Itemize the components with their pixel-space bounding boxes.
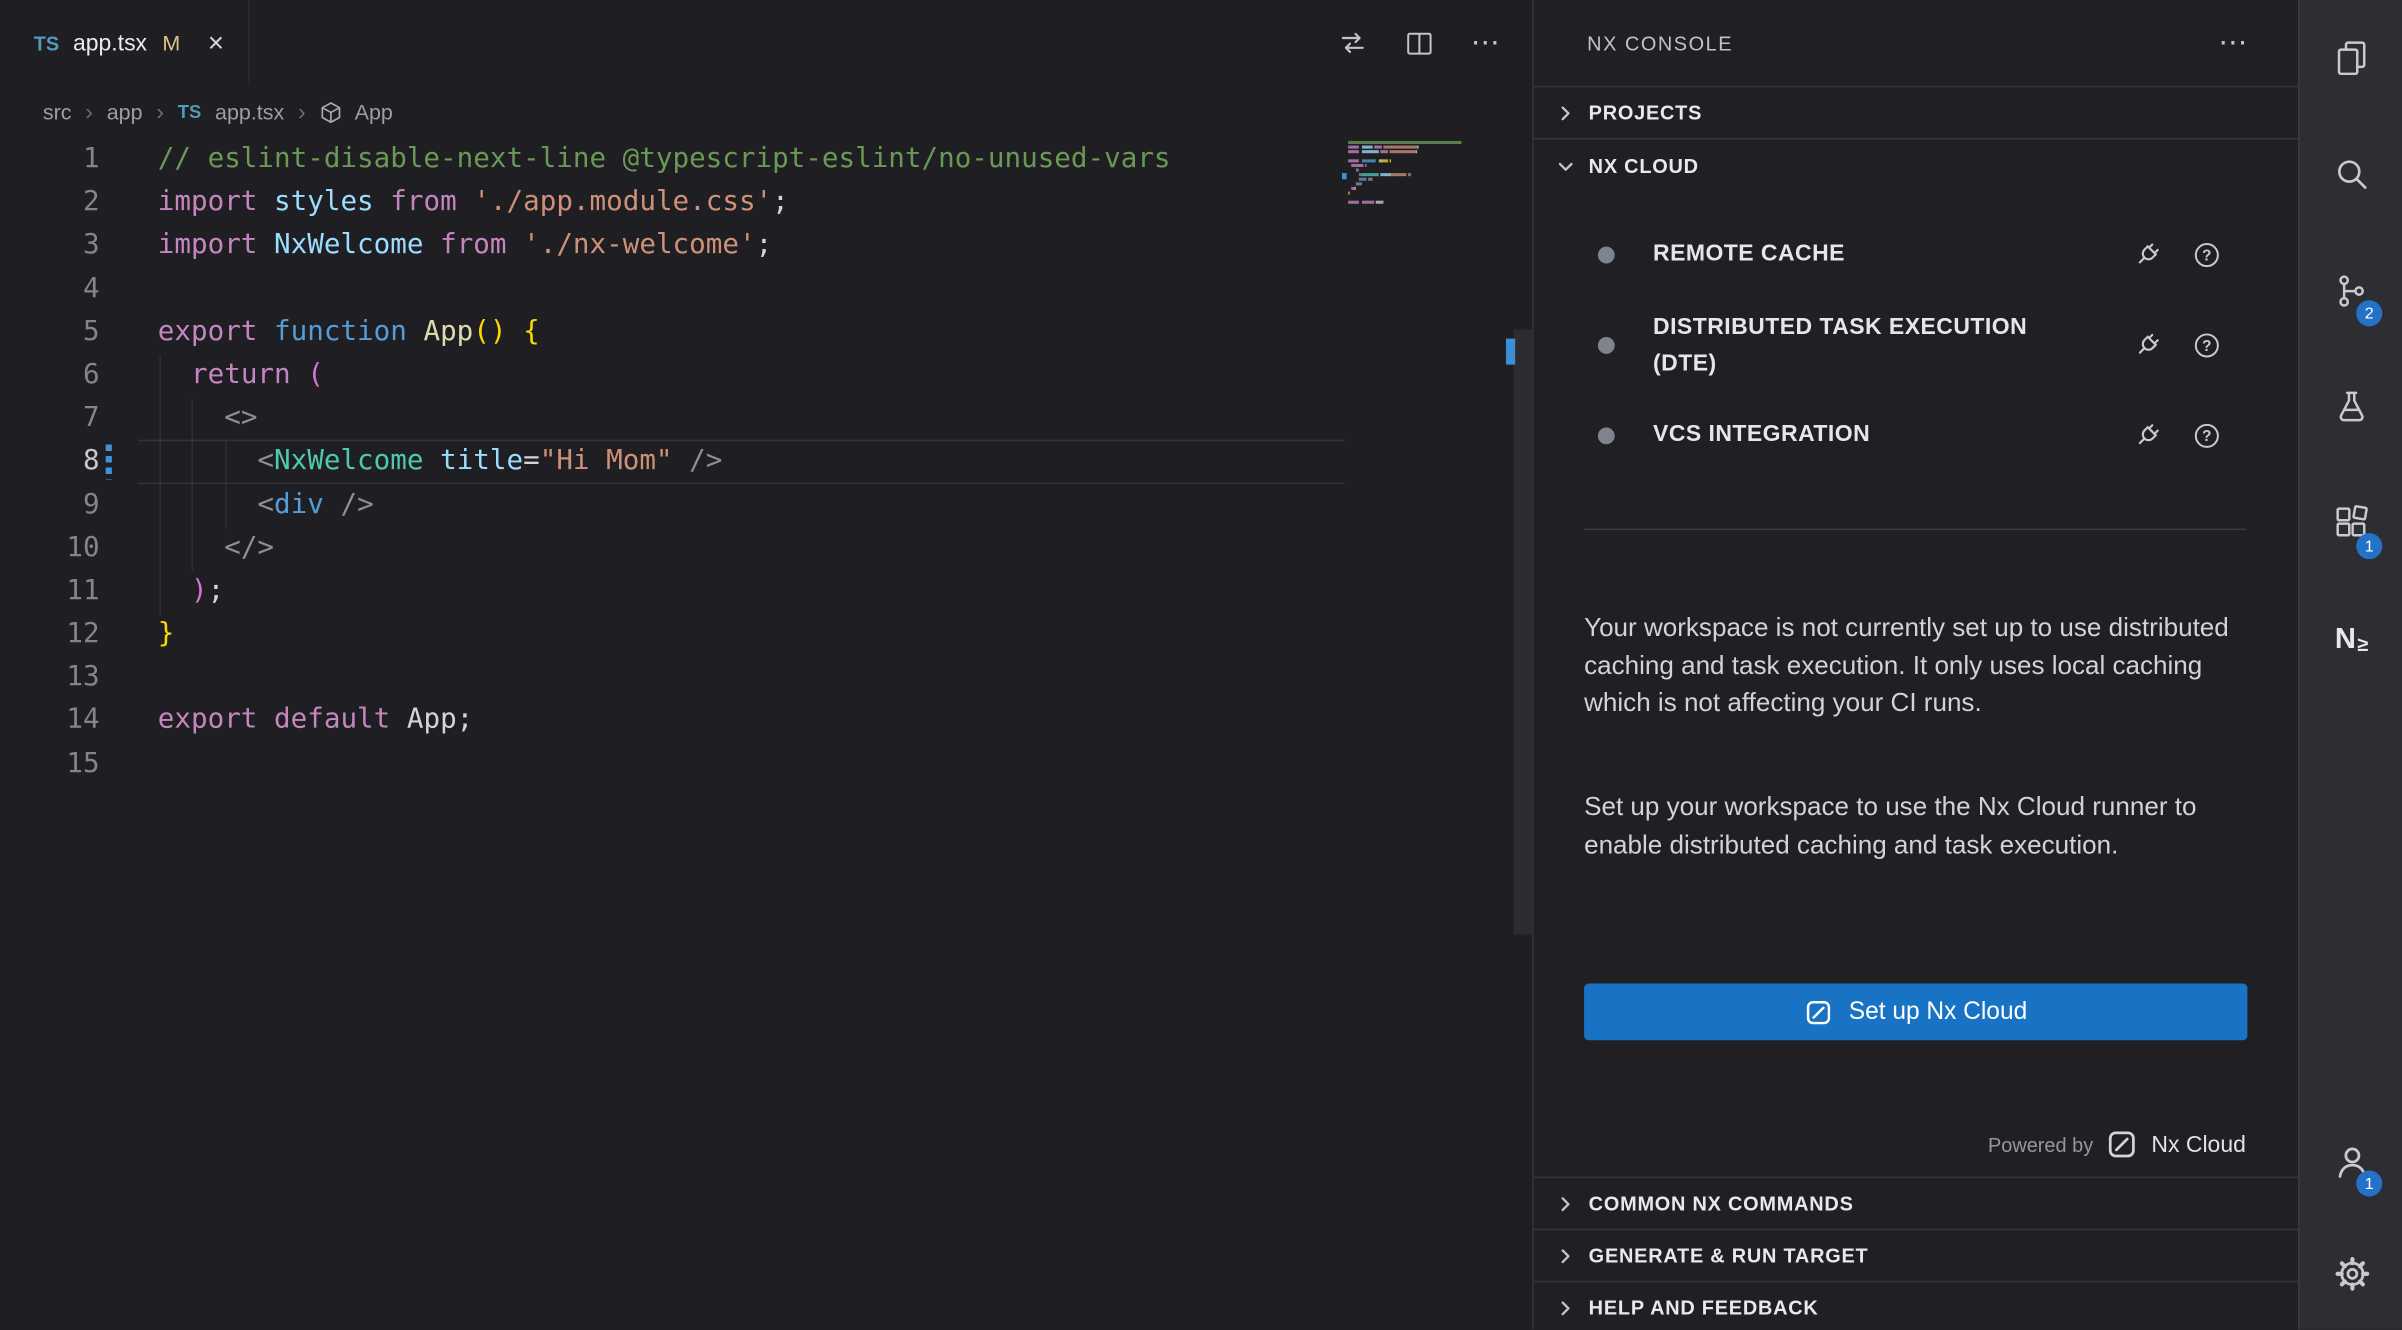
account-badge: 1 (2356, 1170, 2382, 1196)
help-icon[interactable]: ? (2192, 240, 2221, 269)
workspace-status-text: Your workspace is not currently set up t… (1584, 610, 2240, 723)
nx-cloud-logo-icon (1804, 998, 1832, 1026)
indent-guide (159, 355, 161, 615)
chevron-down-icon (1553, 154, 1578, 179)
testing-beaker-icon[interactable] (2300, 349, 2402, 465)
breadcrumb-item-file[interactable]: app.tsx (215, 100, 284, 125)
gutter: 123456789101112131415 (0, 138, 138, 786)
more-actions-icon[interactable]: ⋯ (2218, 25, 2249, 60)
code-lines[interactable]: // eslint-disable-next-line @typescript-… (138, 138, 1345, 786)
chevron-right-icon (1553, 1295, 1578, 1320)
breadcrumb-item-src[interactable]: src (43, 100, 72, 125)
section-generate-run-target[interactable]: GENERATE & RUN TARGET (1534, 1229, 2298, 1281)
nx-cloud-logo-icon (2107, 1129, 2138, 1160)
powered-by: Powered by Nx Cloud (1988, 1123, 2246, 1166)
feature-label: DISTRIBUTED TASK EXECUTION (DTE) (1653, 309, 2036, 383)
help-icon[interactable]: ? (2192, 421, 2221, 450)
section-label: GENERATE & RUN TARGET (1589, 1244, 1869, 1267)
feature-label: VCS INTEGRATION (1653, 417, 1870, 454)
section-label: HELP AND FEEDBACK (1589, 1296, 1819, 1319)
setup-button-label: Set up Nx Cloud (1849, 998, 2028, 1026)
panel-title: NX CONSOLE (1587, 31, 1733, 54)
section-projects[interactable]: PROJECTS (1534, 86, 2298, 138)
feature-vcs-integration: VCS INTEGRATION ? (1534, 401, 2298, 468)
brand-name: Nx Cloud (2151, 1131, 2246, 1157)
chevron-separator: › (156, 99, 164, 125)
panel-header: NX CONSOLE ⋯ (1534, 0, 2298, 86)
minimap[interactable] (1348, 141, 1501, 210)
git-modified-badge: M (162, 31, 180, 56)
split-editor-icon[interactable] (1405, 28, 1434, 57)
tab-title: app.tsx (73, 30, 147, 56)
breadcrumb: src › app › TS app.tsx › App (0, 86, 393, 138)
section-help-and-feedback[interactable]: HELP AND FEEDBACK (1534, 1281, 2298, 1330)
nx-logo-n: N (2335, 624, 2356, 658)
connect-icon[interactable] (2133, 421, 2162, 450)
editor-group: TS app.tsx M × ⋯ src (0, 0, 1532, 1330)
chevron-right-icon (1553, 1191, 1578, 1216)
svg-text:?: ? (2202, 247, 2211, 264)
powered-by-label: Powered by (1988, 1133, 2093, 1156)
nx-console-icon[interactable]: N≥ (2300, 582, 2402, 698)
indent-guide (192, 398, 194, 572)
divider (1584, 529, 2246, 531)
section-common-nx-commands[interactable]: COMMON NX COMMANDS (1534, 1177, 2298, 1229)
activity-bar: 2 1 N≥ 1 (2298, 0, 2402, 1330)
chevron-right-icon (1553, 1243, 1578, 1268)
connect-icon[interactable] (2133, 240, 2162, 269)
close-icon[interactable]: × (208, 29, 224, 57)
account-icon[interactable]: 1 (2300, 1103, 2402, 1219)
svg-text:?: ? (2202, 427, 2211, 444)
status-dot (1598, 427, 1615, 444)
tab-app-tsx[interactable]: TS app.tsx M × (0, 0, 250, 86)
explorer-icon[interactable] (2300, 0, 2402, 116)
symbol-cube-icon (319, 100, 340, 123)
extensions-icon[interactable]: 1 (2300, 466, 2402, 582)
open-changes-icon[interactable] (1337, 28, 1368, 59)
more-actions-icon[interactable]: ⋯ (1471, 25, 1502, 60)
extensions-badge: 1 (2356, 533, 2382, 559)
indent-guide (225, 442, 227, 529)
breadcrumb-item-symbol[interactable]: App (355, 100, 393, 125)
search-icon[interactable] (2300, 116, 2402, 232)
feature-label: REMOTE CACHE (1653, 236, 1845, 273)
chevron-right-icon (1553, 100, 1578, 125)
code-editor: 123456789101112131415 // eslint-disable-… (0, 138, 1532, 1330)
chevron-separator: › (85, 99, 93, 125)
editor-scrollbar[interactable] (1514, 329, 1532, 934)
feature-remote-cache: REMOTE CACHE ? (1534, 221, 2298, 288)
settings-gear-icon[interactable] (2300, 1216, 2402, 1329)
section-nx-cloud[interactable]: NX CLOUD (1534, 138, 2298, 193)
typescript-file-icon: TS (34, 31, 59, 54)
minimap-modified-mark (1342, 173, 1347, 179)
typescript-file-icon: TS (178, 101, 202, 122)
editor-actions: ⋯ (1337, 0, 1501, 86)
status-dot (1598, 246, 1615, 263)
breadcrumb-item-app[interactable]: app (107, 100, 143, 125)
tab-bar: TS app.tsx M × ⋯ (0, 0, 1532, 86)
connect-icon[interactable] (2133, 331, 2162, 360)
nx-logo-geq: ≥ (2357, 633, 2368, 656)
setup-nx-cloud-button[interactable]: Set up Nx Cloud (1584, 984, 2247, 1041)
help-icon[interactable]: ? (2192, 331, 2221, 360)
setup-hint-text: Set up your workspace to use the Nx Clou… (1584, 789, 2240, 864)
vscode-window: TS app.tsx M × ⋯ src (0, 0, 2402, 1330)
status-dot (1598, 337, 1615, 354)
section-label: COMMON NX COMMANDS (1589, 1192, 1854, 1215)
svg-text:?: ? (2202, 338, 2211, 355)
chevron-separator: › (298, 99, 306, 125)
source-control-icon[interactable]: 2 (2300, 233, 2402, 349)
nx-console-panel: NX CONSOLE ⋯ PROJECTS NX CLOUD REMOTE CA… (1532, 0, 2298, 1330)
feature-dte: DISTRIBUTED TASK EXECUTION (DTE) ? (1534, 300, 2298, 390)
source-control-badge: 2 (2356, 300, 2382, 326)
section-label: NX CLOUD (1589, 155, 1699, 178)
section-label: PROJECTS (1589, 101, 1702, 124)
